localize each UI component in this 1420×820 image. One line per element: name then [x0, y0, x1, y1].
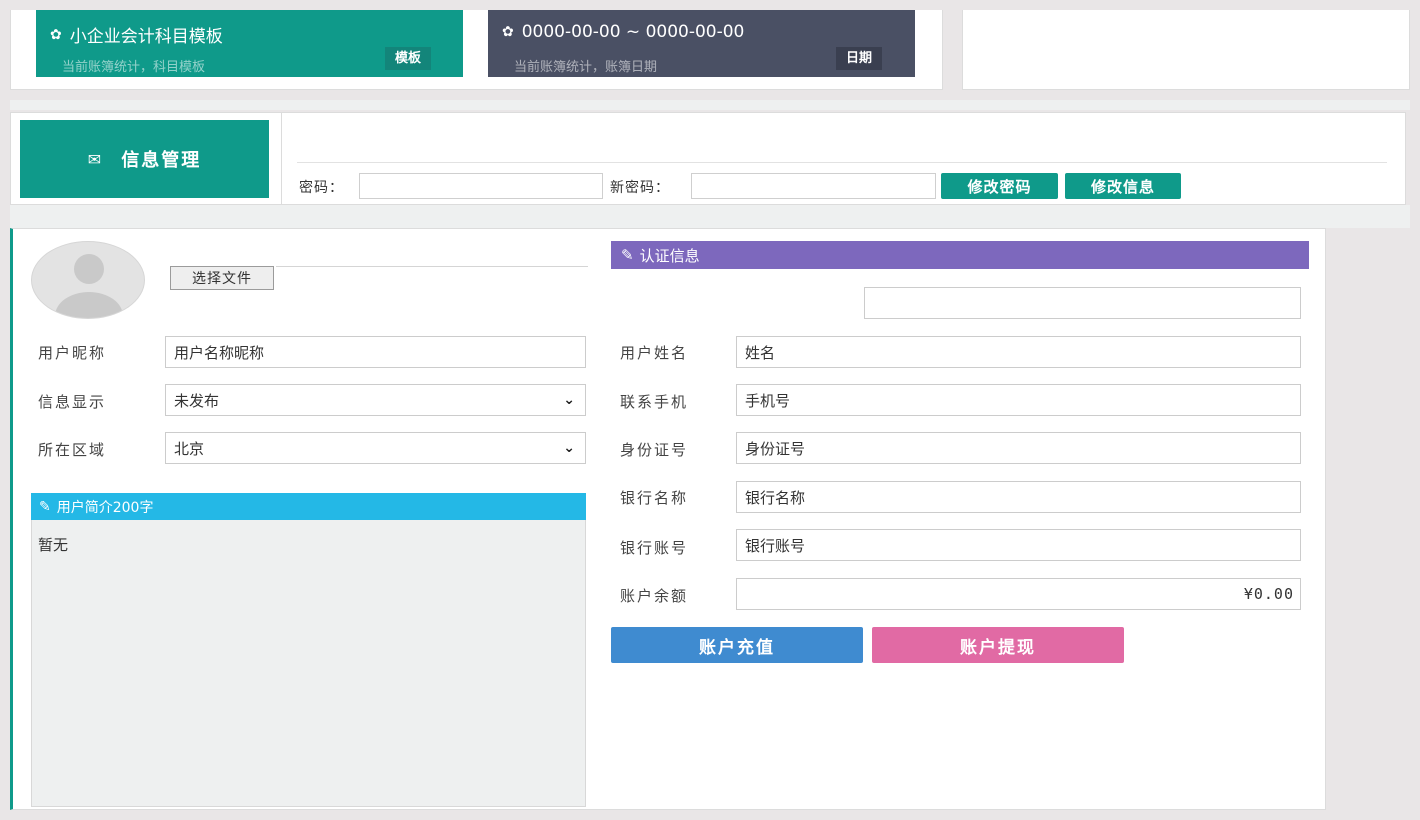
- change-info-button[interactable]: 修改信息: [1065, 173, 1181, 199]
- nickname-value: 用户名称昵称: [174, 343, 265, 362]
- intro-text: 暂无: [38, 536, 69, 554]
- date-tag: 日期: [836, 47, 883, 70]
- user-silhouette-icon: [55, 254, 123, 318]
- name-label: 用户姓名: [620, 344, 689, 362]
- bank-name-value: 银行名称: [745, 488, 806, 507]
- separator-band: [10, 205, 1410, 228]
- date-card-subtitle: 当前账簿统计，账簿日期: [514, 60, 658, 75]
- phone-value: 手机号: [745, 391, 791, 410]
- date-card: ✿ 0000-00-00 ~ 0000-00-00 当前账簿统计，账簿日期 日期: [488, 10, 915, 77]
- withdraw-button[interactable]: 账户提现: [872, 627, 1124, 663]
- change-password-button[interactable]: 修改密码: [941, 173, 1058, 199]
- choose-file-button[interactable]: 选择文件: [170, 266, 274, 290]
- balance-field: ¥0.00: [736, 578, 1301, 610]
- new-password-input[interactable]: [691, 173, 936, 199]
- bank-name-input[interactable]: 银行名称: [736, 481, 1301, 513]
- info-management-label: 信息管理: [121, 150, 202, 171]
- intro-header: ✎ 用户简介200字: [31, 493, 586, 520]
- recharge-button[interactable]: 账户充值: [611, 627, 863, 663]
- bank-account-label: 银行账号: [620, 539, 689, 557]
- info-management-tile[interactable]: ✉ 信息管理: [20, 120, 269, 198]
- bank-name-label: 银行名称: [620, 489, 689, 507]
- date-card-title: 0000-00-00 ~ 0000-00-00: [521, 22, 745, 42]
- balance-label: 账户余额: [620, 587, 689, 605]
- certification-title: 认证信息: [639, 246, 700, 265]
- chevron-down-icon: ⌄: [563, 440, 575, 456]
- region-select[interactable]: 北京 ⌄: [165, 432, 586, 464]
- template-card-title: 小企业会计科目模板: [69, 27, 223, 47]
- template-card-subtitle: 当前账簿统计，科目模板: [62, 60, 206, 75]
- id-number-value: 身份证号: [745, 439, 806, 458]
- display-select[interactable]: 未发布 ⌄: [165, 384, 586, 416]
- id-number-label: 身份证号: [620, 441, 689, 459]
- nickname-input[interactable]: 用户名称昵称: [165, 336, 586, 368]
- display-label: 信息显示: [38, 393, 107, 411]
- intro-textarea[interactable]: 暂无: [31, 520, 586, 807]
- nickname-label: 用户昵称: [38, 344, 107, 362]
- pencil-icon: ✎: [39, 498, 51, 515]
- id-number-input[interactable]: 身份证号: [736, 432, 1301, 464]
- gear-icon: ✿: [50, 26, 62, 43]
- divider: [276, 266, 588, 267]
- chevron-down-icon: ⌄: [563, 392, 575, 408]
- separator-band: [10, 100, 1410, 110]
- pencil-icon: ✎: [621, 246, 634, 264]
- avatar[interactable]: [31, 241, 145, 319]
- certification-extra-input[interactable]: [864, 287, 1301, 319]
- new-password-label: 新密码：: [610, 180, 670, 196]
- balance-value: ¥0.00: [1243, 585, 1294, 603]
- password-label: 密码：: [299, 180, 344, 196]
- display-value: 未发布: [174, 391, 220, 410]
- phone-label: 联系手机: [620, 393, 689, 411]
- template-card: ✿ 小企业会计科目模板 当前账簿统计，科目模板 模板: [36, 10, 463, 77]
- divider: [297, 162, 1387, 163]
- gear-icon: ✿: [502, 24, 514, 40]
- name-value: 姓名: [745, 343, 776, 362]
- region-value: 北京: [174, 439, 205, 458]
- envelope-icon: ✉: [87, 149, 104, 169]
- name-input[interactable]: 姓名: [736, 336, 1301, 368]
- bank-account-input[interactable]: 银行账号: [736, 529, 1301, 561]
- region-label: 所在区域: [38, 441, 107, 459]
- phone-input[interactable]: 手机号: [736, 384, 1301, 416]
- template-tag: 模板: [385, 47, 432, 70]
- certification-header: ✎ 认证信息: [611, 241, 1309, 269]
- intro-title: 用户简介200字: [56, 499, 154, 516]
- stats-panel-right: [962, 10, 1410, 90]
- bank-account-value: 银行账号: [745, 536, 806, 555]
- divider: [281, 113, 282, 204]
- password-input[interactable]: [359, 173, 603, 199]
